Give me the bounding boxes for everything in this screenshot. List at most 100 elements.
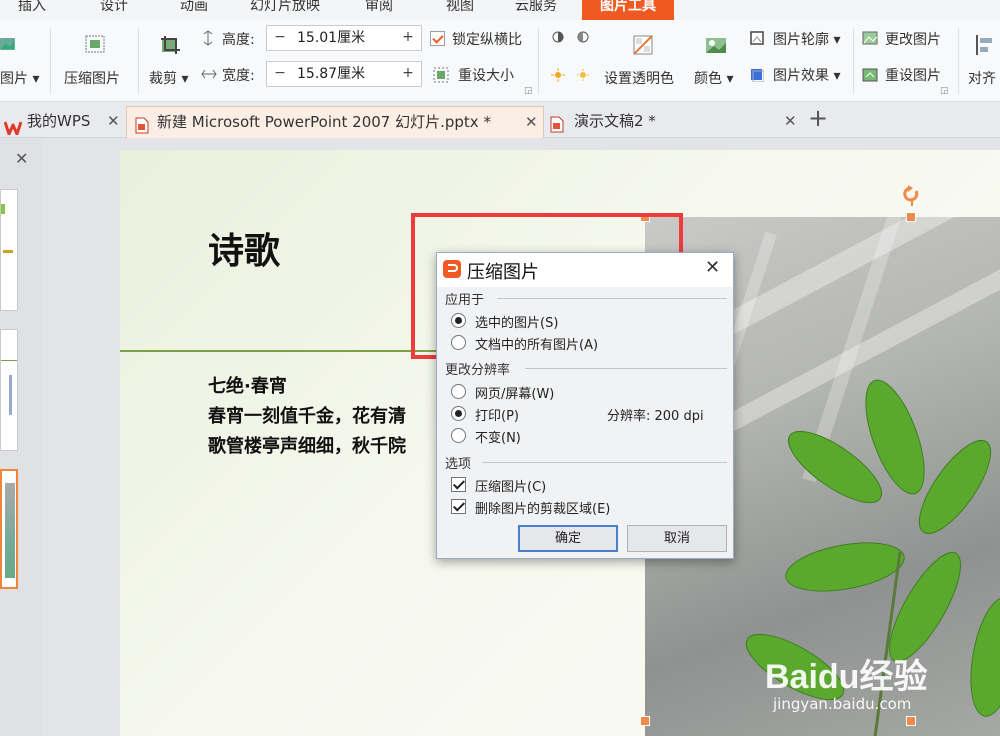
resize-handle[interactable] bbox=[906, 716, 916, 726]
brightness-up-icon[interactable] bbox=[551, 68, 565, 86]
ribbon: 图片 ▾ 压缩图片 裁剪 ▾ 高度: − 15.01厘米 + 锁定纵横比 宽度:… bbox=[0, 20, 1000, 102]
radio-web-screen[interactable] bbox=[451, 384, 466, 399]
close-icon[interactable]: ✕ bbox=[107, 106, 120, 136]
document-tabs: 我的WPS ✕ 新建 Microsoft PowerPoint 2007 幻灯片… bbox=[0, 102, 1000, 138]
compress-image-button[interactable]: 压缩图片 bbox=[64, 68, 120, 88]
checkbox-compress-pictures[interactable] bbox=[451, 477, 466, 492]
effect-label: 图片效果 bbox=[773, 68, 829, 84]
menu-tab-slideshow[interactable]: 幻灯片放映 bbox=[250, 0, 320, 20]
cancel-button[interactable]: 取消 bbox=[627, 525, 727, 552]
group-divider bbox=[497, 298, 727, 299]
menu-tab-cloud[interactable]: 云服务 bbox=[515, 0, 557, 20]
menu-tab-insert[interactable]: 插入 bbox=[18, 0, 46, 20]
lock-ratio-checkbox[interactable] bbox=[430, 31, 445, 46]
radio-all-pictures-label[interactable]: 文档中的所有图片(A) bbox=[475, 334, 598, 353]
color-label: 颜色 bbox=[694, 71, 722, 87]
doc-tab-label: 我的WPS bbox=[27, 112, 91, 130]
watermark-brand: Baidu经验 bbox=[765, 658, 928, 696]
reset-image-button[interactable]: 重设图片 bbox=[885, 65, 941, 85]
menu-tab-view[interactable]: 视图 bbox=[446, 0, 474, 20]
outline-label: 图片轮廓 bbox=[773, 32, 829, 48]
rotate-handle-icon[interactable] bbox=[902, 184, 922, 212]
height-icon bbox=[201, 30, 215, 50]
width-spinner[interactable]: − 15.87厘米 + bbox=[266, 61, 422, 87]
crop-button[interactable]: 裁剪 ▾ bbox=[149, 68, 188, 88]
effect-icon bbox=[750, 68, 765, 86]
outline-button[interactable]: 图片轮廓 ▾ bbox=[773, 29, 840, 49]
contrast-down-icon[interactable] bbox=[576, 30, 590, 48]
ribbon-separator bbox=[138, 28, 139, 94]
contrast-up-icon[interactable] bbox=[551, 30, 565, 48]
brightness-down-icon[interactable] bbox=[576, 68, 590, 86]
resize-icon bbox=[433, 67, 449, 87]
menu-tab-design[interactable]: 设计 bbox=[100, 0, 128, 20]
height-increase-button[interactable]: + bbox=[395, 26, 421, 50]
ribbon-separator bbox=[958, 28, 959, 94]
close-icon[interactable]: ✕ bbox=[705, 257, 720, 278]
doc-tab-pptx[interactable]: 新建 Microsoft PowerPoint 2007 幻灯片.pptx * … bbox=[126, 106, 544, 138]
resize-handle[interactable] bbox=[906, 212, 916, 222]
image-dialog-launcher[interactable]: ◲ bbox=[940, 86, 949, 96]
height-decrease-button[interactable]: − bbox=[267, 26, 293, 50]
slide-thumbnail[interactable] bbox=[0, 189, 18, 311]
effect-button[interactable]: 图片效果 ▾ bbox=[773, 65, 840, 85]
radio-selected-pictures-label[interactable]: 选中的图片(S) bbox=[475, 312, 558, 331]
watermark-url: jingyan.baidu.com bbox=[773, 695, 912, 713]
compress-icon bbox=[84, 34, 106, 60]
menu-tab-review[interactable]: 审阅 bbox=[365, 0, 393, 20]
width-increase-button[interactable]: + bbox=[395, 62, 421, 86]
image-button[interactable]: 图片 ▾ bbox=[0, 68, 39, 88]
radio-print[interactable] bbox=[451, 406, 466, 421]
menu-tab-picture-tools[interactable]: 图片工具 bbox=[582, 0, 674, 20]
change-image-button[interactable]: 更改图片 bbox=[885, 29, 941, 49]
height-value[interactable]: 15.01厘米 bbox=[297, 26, 365, 50]
image-label: 图片 bbox=[0, 71, 28, 87]
color-button[interactable]: 颜色 ▾ bbox=[694, 68, 733, 88]
radio-no-change-label[interactable]: 不变(N) bbox=[475, 427, 521, 446]
compress-picture-dialog: 压缩图片 ✕ 应用于 选中的图片(S) 文档中的所有图片(A) 更改分辨率 网页… bbox=[436, 252, 734, 559]
width-decrease-button[interactable]: − bbox=[267, 62, 293, 86]
pptx-file-icon bbox=[135, 114, 149, 144]
align-button[interactable]: 对齐 bbox=[968, 68, 996, 88]
checkbox-delete-crop-area[interactable] bbox=[451, 499, 466, 514]
close-icon[interactable]: ✕ bbox=[784, 106, 797, 136]
doc-tab-label: 新建 Microsoft PowerPoint 2007 幻灯片.pptx * bbox=[157, 113, 491, 131]
add-tab-icon[interactable]: + bbox=[808, 104, 828, 132]
checkbox-delete-crop-area-label[interactable]: 删除图片的剪裁区域(E) bbox=[475, 498, 610, 517]
close-panel-icon[interactable]: ✕ bbox=[15, 149, 28, 168]
ok-button[interactable]: 确定 bbox=[518, 525, 618, 552]
slide-thumbnail[interactable] bbox=[0, 329, 18, 451]
menu-tab-animation[interactable]: 动画 bbox=[180, 0, 208, 20]
radio-all-pictures[interactable] bbox=[451, 335, 466, 350]
dialog-title-bar[interactable]: 压缩图片 ✕ bbox=[437, 253, 733, 287]
size-dialog-launcher[interactable]: ◲ bbox=[524, 86, 533, 96]
slide-title[interactable]: 诗歌 bbox=[208, 222, 280, 274]
close-icon[interactable]: ✕ bbox=[525, 107, 538, 137]
doc-tab-my-wps[interactable]: 我的WPS ✕ bbox=[0, 106, 124, 138]
doc-tab-label: 演示文稿2 * bbox=[574, 112, 656, 130]
height-spinner[interactable]: − 15.01厘米 + bbox=[266, 25, 422, 51]
height-label: 高度: bbox=[222, 32, 255, 48]
slide-thumbnail-current[interactable] bbox=[0, 469, 18, 589]
reset-image-icon bbox=[862, 68, 878, 86]
radio-selected-pictures[interactable] bbox=[451, 313, 466, 328]
width-value[interactable]: 15.87厘米 bbox=[297, 62, 365, 86]
lock-ratio-label[interactable]: 锁定纵横比 bbox=[452, 29, 522, 49]
checkbox-compress-pictures-label[interactable]: 压缩图片(C) bbox=[475, 476, 546, 495]
transparent-icon bbox=[632, 34, 654, 60]
resolution-value-text: 分辨率: 200 dpi bbox=[607, 409, 704, 424]
radio-no-change[interactable] bbox=[451, 428, 466, 443]
crop-label: 裁剪 bbox=[149, 71, 177, 87]
resize-handle[interactable] bbox=[640, 716, 650, 726]
apply-to-group-label: 应用于 bbox=[445, 293, 485, 308]
doc-tab-presentation-2[interactable]: 演示文稿2 * ✕ bbox=[546, 106, 804, 138]
slide-body-text[interactable]: 七绝·春宵 春宵一刻值千金，花有清 歌管楼亭声细细，秋千院 bbox=[208, 372, 406, 462]
group-divider bbox=[525, 368, 727, 369]
radio-print-label[interactable]: 打印(P) bbox=[475, 405, 519, 424]
radio-web-screen-label[interactable]: 网页/屏幕(W) bbox=[475, 383, 554, 402]
reset-size-button[interactable]: 重设大小 bbox=[458, 65, 514, 85]
set-transparent-button[interactable]: 设置透明色 bbox=[604, 68, 674, 88]
menu-bar: 插入 设计 动画 幻灯片放映 审阅 视图 云服务 图片工具 bbox=[0, 0, 1000, 20]
presentation-file-icon bbox=[550, 113, 564, 143]
wps-app-icon bbox=[443, 260, 461, 282]
